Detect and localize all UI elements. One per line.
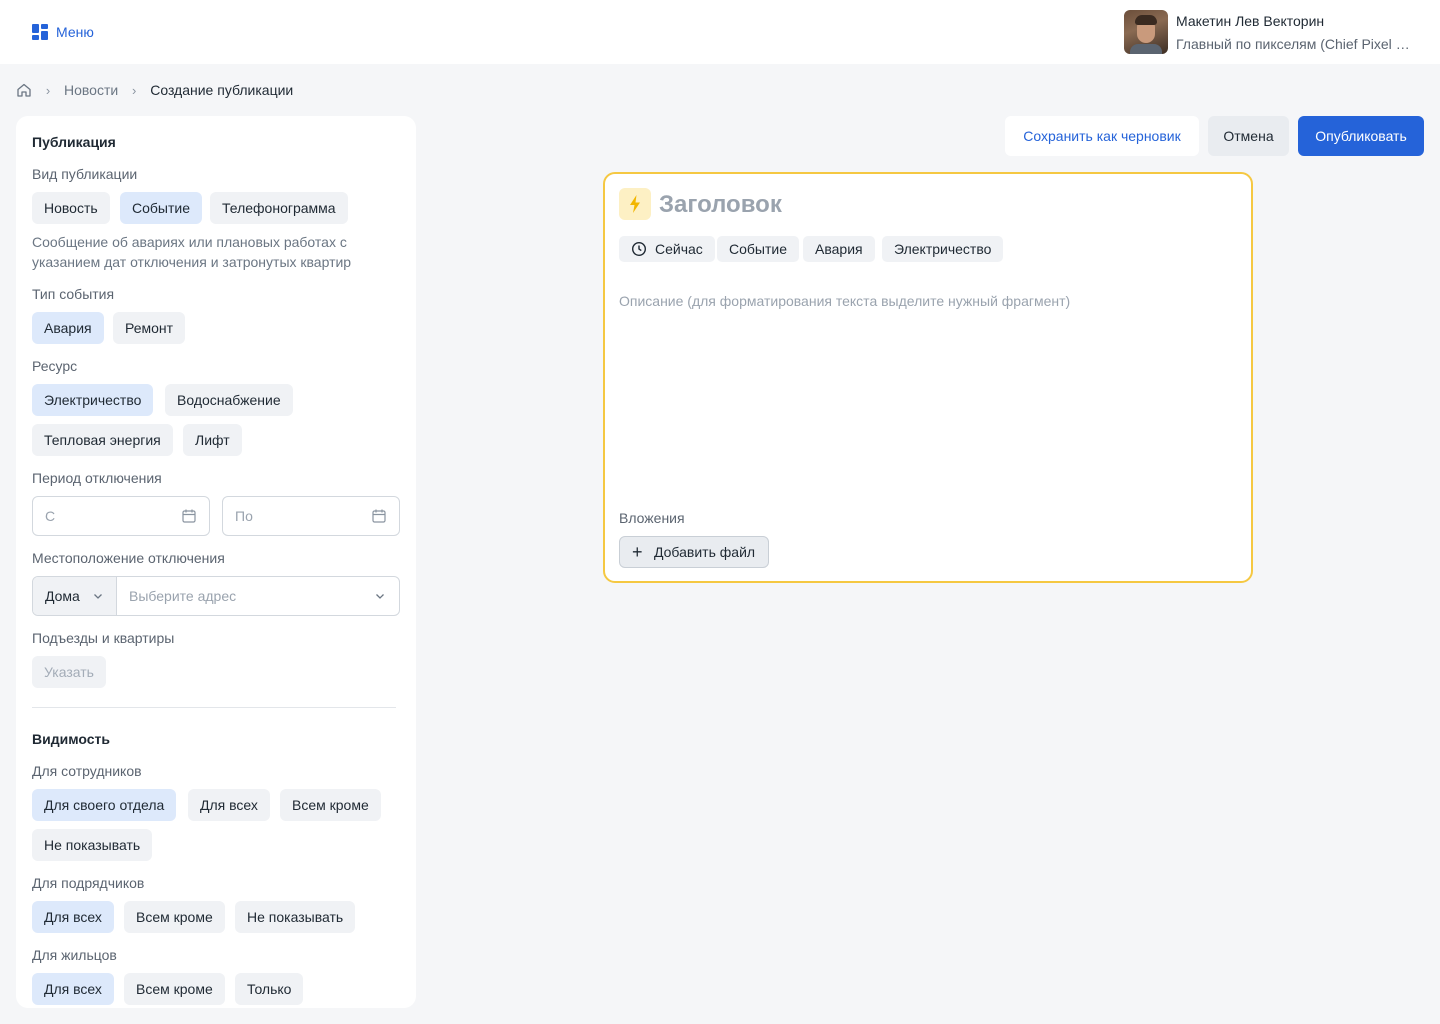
contractors-label: Для подрядчиков	[32, 875, 145, 891]
address-placeholder: Выберите адрес	[129, 588, 237, 604]
kind-chip-news[interactable]: Новость	[32, 192, 110, 224]
employees-chip-all[interactable]: Для всех	[188, 789, 270, 821]
lightning-icon	[619, 188, 651, 220]
location-type-select[interactable]: Дома	[33, 577, 117, 615]
add-file-label: Добавить файл	[654, 544, 756, 560]
kind-description: Сообщение об авариях или плановых работа…	[32, 234, 352, 270]
location-label: Местоположение отключения	[32, 550, 225, 566]
user-profile[interactable]: Макетин Лев Векторин Главный по пикселям…	[1124, 10, 1420, 54]
cancel-button[interactable]: Отмена	[1208, 116, 1289, 156]
chevron-right-icon: ›	[132, 82, 137, 98]
residents-chip-all[interactable]: Для всех	[32, 973, 114, 1005]
specify-entrances-button[interactable]: Указать	[32, 656, 106, 688]
grid-menu-icon	[32, 24, 48, 40]
add-file-button[interactable]: + Добавить файл	[619, 536, 769, 568]
event-type-chip-repair[interactable]: Ремонт	[113, 312, 186, 344]
menu-button[interactable]: Меню	[32, 22, 94, 42]
residents-chip-all-except[interactable]: Всем кроме	[124, 973, 225, 1005]
employees-chip-all-except[interactable]: Всем кроме	[280, 789, 381, 821]
resource-chip-elevator[interactable]: Лифт	[183, 424, 242, 456]
resource-chip-water[interactable]: Водоснабжение	[165, 384, 293, 416]
tag-event[interactable]: Событие	[717, 236, 799, 262]
breadcrumb-news[interactable]: Новости	[64, 82, 118, 98]
divider	[32, 707, 396, 708]
calendar-icon[interactable]	[371, 508, 387, 524]
tag-electricity[interactable]: Электричество	[882, 236, 1004, 262]
publication-editor-card: Заголовок Сейчас Событие Авария Электрич…	[603, 172, 1253, 583]
menu-label: Меню	[56, 24, 94, 40]
contractors-chip-all[interactable]: Для всех	[32, 901, 114, 933]
employees-label: Для сотрудников	[32, 763, 142, 779]
user-role: Главный по пикселям (Chief Pixel Officer…	[1176, 36, 1420, 52]
breadcrumb-current: Создание публикации	[150, 82, 294, 98]
avatar	[1124, 10, 1168, 54]
kind-chip-telephonogram[interactable]: Телефонограмма	[210, 192, 348, 224]
period-label: Период отключения	[32, 470, 162, 486]
address-select[interactable]: Выберите адрес	[129, 577, 399, 615]
employees-chip-own-department[interactable]: Для своего отдела	[32, 789, 177, 821]
tag-accident[interactable]: Авария	[803, 236, 875, 262]
title-input[interactable]: Заголовок	[659, 190, 782, 220]
resource-label: Ресурс	[32, 358, 78, 374]
section-title-publication: Публикация	[32, 134, 116, 150]
calendar-icon[interactable]	[181, 508, 197, 524]
contractors-chip-hide[interactable]: Не показывать	[235, 901, 356, 933]
event-type-chip-accident[interactable]: Авария	[32, 312, 104, 344]
contractors-chip-all-except[interactable]: Всем кроме	[124, 901, 225, 933]
entrances-label: Подъезды и квартиры	[32, 630, 175, 646]
resource-chip-electricity[interactable]: Электричество	[32, 384, 154, 416]
kind-label: Вид публикации	[32, 166, 138, 182]
chevron-right-icon: ›	[45, 82, 51, 98]
kind-chip-event[interactable]: Событие	[120, 192, 202, 224]
settings-panel: Публикация Вид публикации Новость Событи…	[16, 116, 416, 1008]
plus-icon: +	[632, 542, 643, 562]
top-header: Меню Макетин Лев Векторин Главный по пик…	[0, 0, 1440, 64]
period-to-field[interactable]: По	[222, 496, 400, 536]
period-to-placeholder: По	[235, 508, 253, 524]
chevron-down-icon	[376, 594, 384, 599]
residents-chip-only[interactable]: Только	[235, 973, 304, 1005]
section-title-visibility: Видимость	[32, 731, 110, 747]
location-selector: Дома Выберите адрес	[32, 576, 400, 616]
tag-time[interactable]: Сейчас	[619, 236, 715, 262]
home-icon[interactable]	[16, 82, 32, 98]
residents-label: Для жильцов	[32, 947, 117, 963]
save-draft-button[interactable]: Сохранить как черновик	[1005, 116, 1199, 156]
clock-icon	[631, 241, 647, 257]
period-from-placeholder: С	[45, 508, 56, 524]
publish-button[interactable]: Опубликовать	[1298, 116, 1424, 156]
tag-time-label: Сейчас	[655, 241, 703, 257]
attachments-label: Вложения	[619, 510, 685, 526]
period-from-field[interactable]: С	[32, 496, 210, 536]
description-input[interactable]: Описание (для форматирования текста выде…	[619, 293, 1070, 309]
chevron-down-icon	[94, 594, 102, 599]
breadcrumb: › Новости › Создание публикации	[16, 80, 293, 100]
event-type-label: Тип события	[32, 286, 115, 302]
location-type-value: Дома	[45, 588, 80, 604]
employees-chip-hide[interactable]: Не показывать	[32, 829, 153, 861]
user-name: Макетин Лев Векторин	[1176, 13, 1325, 29]
resource-chip-heat[interactable]: Тепловая энергия	[32, 424, 173, 456]
